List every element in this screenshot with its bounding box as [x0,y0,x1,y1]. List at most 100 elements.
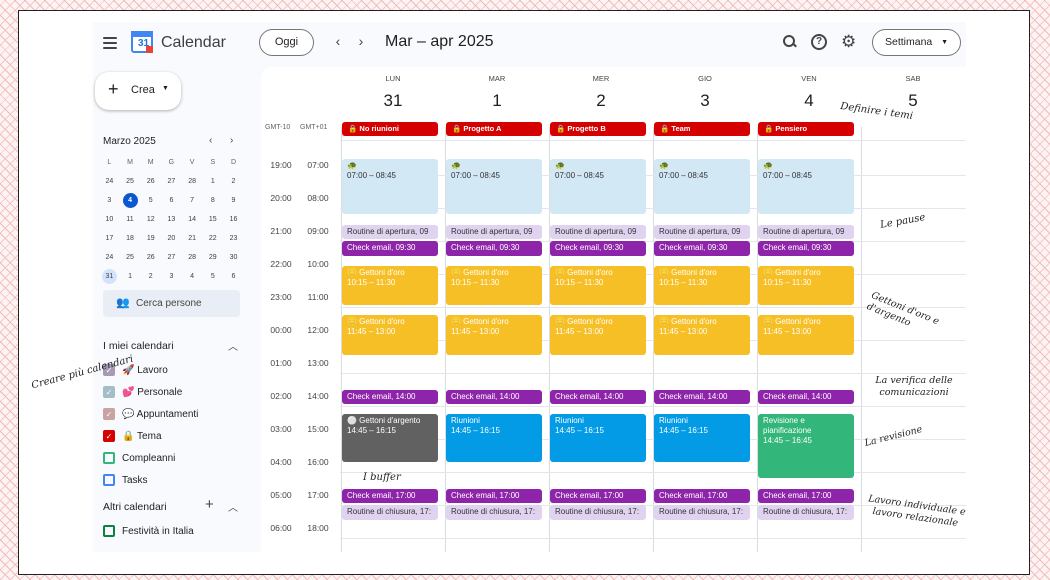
mini-day[interactable]: 1 [202,172,223,191]
menu-icon[interactable] [103,37,117,49]
checkbox[interactable] [103,452,115,464]
mini-day[interactable]: 31 [101,269,117,284]
check-email-event[interactable]: Check email, 09:30 [654,241,750,256]
calendar-item[interactable]: Compleanni [103,452,175,466]
checkbox[interactable] [103,474,115,486]
mini-day[interactable]: 5 [202,267,223,286]
meetings-event[interactable]: Riunioni 14:45 – 16:15 [654,414,750,462]
routine-open-event[interactable]: Routine di apertura, 09 [446,224,542,239]
mini-day[interactable]: 3 [161,267,182,286]
check-email-event[interactable]: Check email, 17:00 [342,488,438,503]
check-email-event[interactable]: Check email, 17:00 [446,488,542,503]
mini-next-month-button[interactable]: › [230,135,233,146]
calendar-item[interactable]: ✓ 💬 Appuntamenti [103,408,198,422]
mini-day[interactable]: 25 [120,172,141,191]
prev-week-button[interactable]: ‹ [331,33,345,49]
mini-day[interactable]: 22 [202,229,223,248]
routine-open-event[interactable]: Routine di apertura, 09 [342,224,438,239]
day-header[interactable]: SAB 5 [861,67,965,111]
all-day-event[interactable]: 🔒 Progetto B [550,122,646,136]
check-email-event[interactable]: Check email, 09:30 [550,241,646,256]
checkbox[interactable]: ✓ [103,386,115,398]
mini-day[interactable]: 25 [120,248,141,267]
review-event[interactable]: Revisione e pianificazione 14:45 – 16:45 [758,414,854,479]
mini-day[interactable]: 11 [120,210,141,229]
check-email-event[interactable]: Check email, 17:00 [550,488,646,503]
mini-day[interactable]: 2 [223,172,244,191]
search-people-input[interactable]: 👥 Cerca persone [103,290,240,317]
mini-day[interactable]: 21 [182,229,203,248]
day-number[interactable]: 3 [653,91,757,111]
meetings-event[interactable]: Riunioni 14:45 – 16:15 [550,414,646,462]
routine-close-event[interactable]: Routine di chiusura, 17: [654,505,750,520]
gold-tokens-event[interactable]: 🪙 Gettoni d'oro 10:15 – 11:30 [550,265,646,305]
mini-day[interactable]: 5 [140,191,161,210]
meetings-event[interactable]: Riunioni 14:45 – 16:15 [446,414,542,462]
all-day-event[interactable]: 🔒 Progetto A [446,122,542,136]
day-header[interactable]: MER 2 [549,67,653,111]
mini-day[interactable]: 24 [99,172,120,191]
check-email-event[interactable]: Check email, 14:00 [758,389,854,404]
mini-day[interactable]: 27 [161,172,182,191]
mini-day[interactable]: 17 [99,229,120,248]
day-header[interactable]: LUN 31 [341,67,445,111]
day-number[interactable]: 2 [549,91,653,111]
mini-day[interactable]: 10 [99,210,120,229]
day-number[interactable]: 1 [445,91,549,111]
mini-day[interactable]: 16 [223,210,244,229]
help-icon[interactable]: ? [811,34,827,50]
mini-day[interactable]: 24 [99,248,120,267]
mini-day[interactable]: 20 [161,229,182,248]
search-icon[interactable] [783,35,797,49]
routine-open-event[interactable]: Routine di apertura, 09 [550,224,646,239]
routine-open-event[interactable]: Routine di apertura, 09 [758,224,854,239]
mini-day[interactable]: 9 [223,191,244,210]
day-number[interactable]: 31 [341,91,445,111]
add-calendar-icon[interactable]: + [205,496,214,513]
next-week-button[interactable]: › [354,33,368,49]
view-select[interactable]: Settimana ▼ [872,29,961,56]
silver-tokens-event[interactable]: ⚪ Gettoni d'argento 14:45 – 16:15 [342,414,438,462]
chevron-up-icon[interactable]: ︿ [228,499,238,514]
calendar-item[interactable]: ✓ 🔒 Tema [103,430,162,444]
mini-prev-month-button[interactable]: ‹ [209,135,212,146]
mini-day[interactable]: 18 [120,229,141,248]
mini-day[interactable]: 2 [140,267,161,286]
mini-day[interactable]: 28 [182,248,203,267]
check-email-event[interactable]: Check email, 14:00 [446,389,542,404]
morning-event[interactable]: 🐢 07:00 – 08:45 [446,158,542,215]
morning-event[interactable]: 🐢 07:00 – 08:45 [550,158,646,215]
gold-tokens-event[interactable]: 🪙 Gettoni d'oro 10:15 – 11:30 [758,265,854,305]
gold-tokens-event[interactable]: 🪙 Gettoni d'oro 11:45 – 13:00 [446,315,542,355]
morning-event[interactable]: 🐢 07:00 – 08:45 [342,158,438,215]
check-email-event[interactable]: Check email, 14:00 [342,389,438,404]
calendar-item[interactable]: Tasks [103,474,148,488]
check-email-event[interactable]: Check email, 17:00 [654,488,750,503]
today-button[interactable]: Oggi [259,29,314,56]
create-button[interactable]: + Crea ▼ [95,72,181,110]
gold-tokens-event[interactable]: 🪙 Gettoni d'oro 10:15 – 11:30 [654,265,750,305]
mini-day[interactable]: 30 [223,248,244,267]
mini-day[interactable]: 29 [202,248,223,267]
day-header[interactable]: GIO 3 [653,67,757,111]
checkbox[interactable]: ✓ [103,430,115,442]
all-day-event[interactable]: 🔒 No riunioni [342,122,438,136]
mini-day[interactable]: 19 [140,229,161,248]
routine-close-event[interactable]: Routine di chiusura, 17: [446,505,542,520]
routine-close-event[interactable]: Routine di chiusura, 17: [758,505,854,520]
gold-tokens-event[interactable]: 🪙 Gettoni d'oro 11:45 – 13:00 [550,315,646,355]
mini-day[interactable]: 4 [182,267,203,286]
mini-day[interactable]: 15 [202,210,223,229]
mini-day[interactable]: 23 [223,229,244,248]
mini-day[interactable]: 14 [182,210,203,229]
check-email-event[interactable]: Check email, 14:00 [550,389,646,404]
routine-close-event[interactable]: Routine di chiusura, 17: [550,505,646,520]
check-email-event[interactable]: Check email, 09:30 [758,241,854,256]
routine-close-event[interactable]: Routine di chiusura, 17: [342,505,438,520]
day-header[interactable]: MAR 1 [445,67,549,111]
check-email-event[interactable]: Check email, 14:00 [654,389,750,404]
routine-open-event[interactable]: Routine di apertura, 09 [654,224,750,239]
check-email-event[interactable]: Check email, 09:30 [342,241,438,256]
calendar-item[interactable]: Festività in Italia [103,525,194,539]
mini-day[interactable]: 13 [161,210,182,229]
